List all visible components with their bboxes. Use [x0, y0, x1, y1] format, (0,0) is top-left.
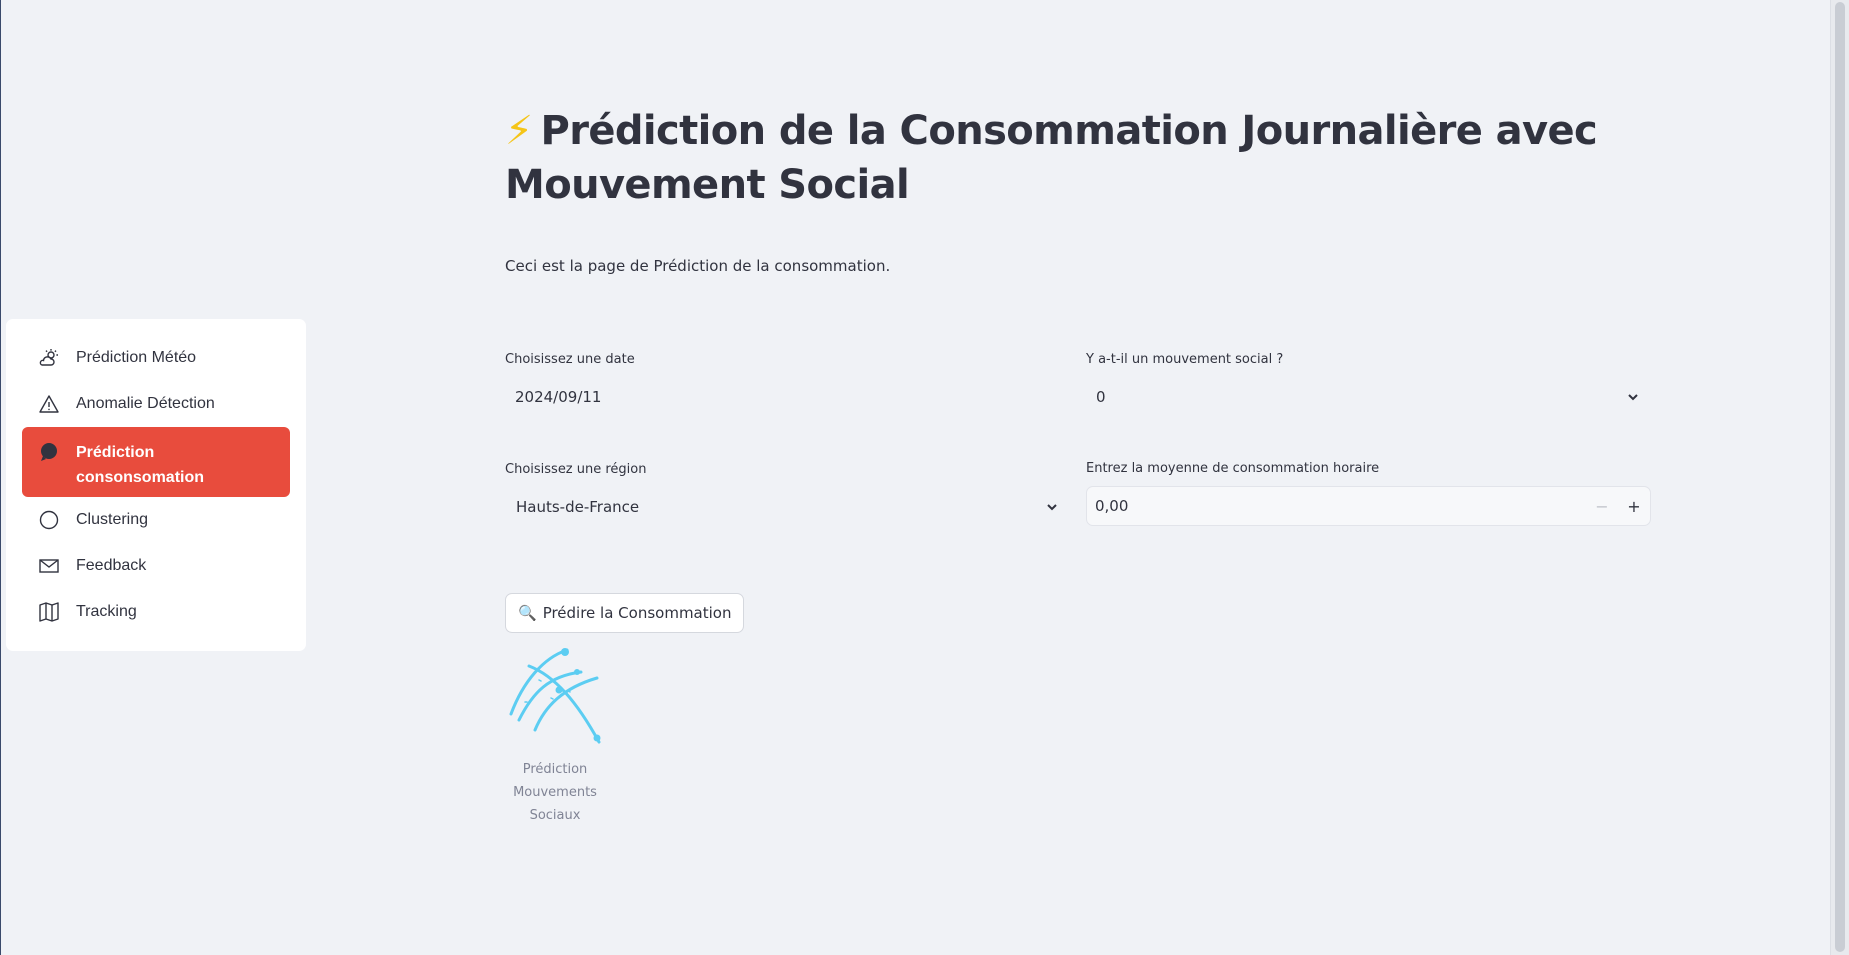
sidebar-item-label: Anomalie Détection — [76, 395, 215, 412]
page-title-text: Prédiction de la Consommation Journalièr… — [505, 108, 1598, 208]
social-movement-label: Y a-t-il un mouvement social ? — [1086, 352, 1284, 367]
sidebar-nav: Prédiction Météo Anomalie Détection Préd… — [6, 319, 306, 651]
magnifier-icon: 🔍 — [518, 604, 537, 622]
sidebar-item-label: Feedback — [76, 557, 147, 574]
consumption-number-input[interactable]: 0,00 − + — [1086, 486, 1651, 526]
sidebar-item-label: Clustering — [76, 511, 149, 528]
predict-button-label: Prédire la Consommation — [542, 604, 732, 622]
page-scrollbar[interactable] — [1830, 0, 1849, 955]
region-label: Choisissez une région — [505, 462, 647, 477]
consumption-label: Entrez la moyenne de consommation horair… — [1086, 461, 1380, 476]
social-movement-value: 0 — [1096, 388, 1106, 406]
chat-bubble-icon — [38, 441, 60, 463]
sidebar-item-clustering[interactable]: Clustering — [22, 497, 290, 543]
window-edge — [0, 0, 1, 955]
lightning-icon: ⚡ — [505, 108, 533, 154]
warning-triangle-icon — [38, 393, 60, 415]
envelope-icon — [38, 555, 60, 577]
sidebar-item-anomalie-detection[interactable]: Anomalie Détection — [22, 381, 290, 427]
sidebar-item-prediction-consommation[interactable]: Prédiction consonsomation — [22, 427, 290, 497]
date-label: Choisissez une date — [505, 352, 635, 367]
sidebar-item-tracking[interactable]: Tracking — [22, 589, 290, 635]
date-input[interactable]: 2024/09/11 — [505, 377, 1070, 417]
consumption-value[interactable]: 0,00 — [1087, 497, 1586, 515]
chevron-down-icon — [1615, 390, 1651, 404]
map-icon — [38, 601, 60, 623]
sidebar-item-label: Tracking — [76, 603, 137, 620]
page-title: ⚡ Prédiction de la Consommation Journaliè… — [505, 104, 1605, 212]
social-movement-select[interactable]: 0 — [1086, 377, 1651, 417]
social-movements-logo — [505, 646, 605, 750]
increment-button[interactable]: + — [1618, 487, 1650, 525]
logo-caption: Prédiction Mouvements Sociaux — [513, 762, 597, 823]
page-subtitle: Ceci est la page de Prédiction de la con… — [505, 257, 891, 275]
chevron-down-icon — [1034, 500, 1070, 514]
date-value: 2024/09/11 — [515, 388, 602, 406]
cloud-sun-icon — [38, 347, 60, 369]
sidebar-item-feedback[interactable]: Feedback — [22, 543, 290, 589]
sidebar-item-label: Prédiction Météo — [76, 349, 197, 366]
decrement-button[interactable]: − — [1586, 487, 1618, 525]
region-value: Hauts-de-France — [516, 498, 640, 516]
sidebar-item-prediction-meteo[interactable]: Prédiction Météo — [22, 335, 290, 381]
sidebar-item-label: Prédiction consonsomation — [76, 444, 205, 486]
scrollbar-thumb[interactable] — [1835, 2, 1845, 952]
circle-icon — [38, 509, 60, 531]
region-select[interactable]: Hauts-de-France — [505, 487, 1070, 527]
predict-consumption-button[interactable]: 🔍 Prédire la Consommation — [505, 593, 745, 633]
